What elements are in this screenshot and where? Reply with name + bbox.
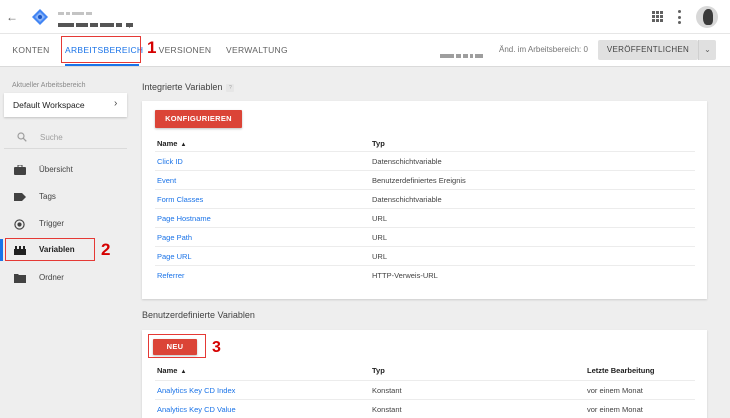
configure-button[interactable]: KONFIGURIEREN <box>155 110 242 128</box>
variable-type: Datenschichtvariable <box>372 157 442 166</box>
current-workspace-label: Aktueller Arbeitsbereich <box>12 82 86 89</box>
annotation-marker-3: 3 <box>212 339 221 356</box>
sidebar-item-ordner[interactable]: Ordner <box>0 267 130 289</box>
apps-grid-icon[interactable] <box>652 11 663 22</box>
version-name-redacted <box>440 47 486 58</box>
table-row: Page Hostname URL <box>155 208 695 227</box>
variable-link[interactable]: Referrer <box>157 271 185 280</box>
sidebar-item-label: Übersicht <box>39 165 73 174</box>
variable-type: Benutzerdefiniertes Ereignis <box>372 176 466 185</box>
column-header-type[interactable]: Typ <box>372 139 385 148</box>
folder-icon <box>14 274 26 283</box>
last-edited: vor einem Monat <box>587 386 643 395</box>
builtin-variables-card: KONFIGURIEREN Name ▲ Typ Click ID Datensc… <box>142 101 707 299</box>
variable-type: URL <box>372 233 388 242</box>
table-row: Page Path URL <box>155 227 695 246</box>
annotation-marker-2: 2 <box>101 240 111 259</box>
column-header-last-edited[interactable]: Letzte Bearbeitung <box>587 366 655 375</box>
table-row: Event Benutzerdefiniertes Ereignis <box>155 170 695 189</box>
variable-type: Konstant <box>372 405 402 414</box>
variable-link[interactable]: Analytics Key CD Value <box>157 405 236 414</box>
variable-link[interactable]: Form Classes <box>157 195 203 204</box>
tab-verwaltung[interactable]: VERWALTUNG <box>226 34 288 66</box>
sort-ascending-icon: ▲ <box>180 142 187 148</box>
account-name-redacted[interactable] <box>58 5 118 16</box>
variable-link[interactable]: Page URL <box>157 252 192 261</box>
variable-type: URL <box>372 214 388 223</box>
variable-link[interactable]: Event <box>157 176 176 185</box>
table-row: Click ID Datenschichtvariable <box>155 151 695 170</box>
custom-variables-card: NEU Name ▲ Typ Letzte Bearbeitung Analyti… <box>142 330 707 418</box>
variable-link[interactable]: Page Hostname <box>157 214 211 223</box>
briefcase-icon <box>14 165 26 175</box>
annotation-box-tab <box>61 36 141 63</box>
variable-type: Konstant <box>372 386 402 395</box>
workspace-name: Default Workspace <box>13 100 85 110</box>
variable-type: HTTP-Verweis-URL <box>372 271 438 280</box>
publish-button[interactable]: VERÖFFENTLICHEN <box>598 40 698 60</box>
variable-link[interactable]: Click ID <box>157 157 183 166</box>
builtin-variables-title: Integrierte Variablen? <box>142 82 235 92</box>
variable-link[interactable]: Analytics Key CD Index <box>157 386 235 395</box>
search-icon <box>17 132 27 142</box>
table-row: Analytics Key CD Value Konstant vor eine… <box>155 399 695 418</box>
publish-dropdown-icon[interactable]: ⌄ <box>698 40 716 60</box>
workspace-selector[interactable]: Default Workspace › <box>4 93 127 117</box>
annotation-marker-1: 1 <box>147 38 157 57</box>
tab-konten[interactable]: KONTEN <box>9 34 53 66</box>
back-arrow-icon[interactable]: ← <box>5 9 19 25</box>
variable-type: URL <box>372 252 388 261</box>
custom-variables-title: Benutzerdefinierte Variablen <box>142 310 255 320</box>
sidebar-item-trigger[interactable]: Trigger <box>0 213 130 235</box>
table-row: Analytics Key CD Index Konstant vor eine… <box>155 380 695 399</box>
trigger-icon <box>14 219 25 230</box>
sidebar-search[interactable]: Suche <box>4 127 127 149</box>
table-row: Page URL URL <box>155 246 695 265</box>
tag-icon <box>14 193 26 201</box>
sidebar-item-label: Trigger <box>39 219 65 228</box>
chevron-right-icon: › <box>114 98 118 109</box>
avatar[interactable] <box>696 6 718 28</box>
help-icon[interactable]: ? <box>226 83 235 92</box>
tab-versionen[interactable]: VERSIONEN <box>157 34 213 66</box>
column-header-type[interactable]: Typ <box>372 366 385 375</box>
variable-type: Datenschichtvariable <box>372 195 442 204</box>
sidebar-item-tags[interactable]: Tags <box>0 186 130 208</box>
table-row: Form Classes Datenschichtvariable <box>155 189 695 208</box>
table-row: Referrer HTTP-Verweis-URL <box>155 265 695 284</box>
variable-link[interactable]: Page Path <box>157 233 192 242</box>
sidebar-item-uebersicht[interactable]: Übersicht <box>0 159 130 181</box>
workspace-changes-count: Änd. im Arbeitsbereich: 0 <box>499 45 588 54</box>
search-input[interactable]: Suche <box>40 133 63 142</box>
tag-manager-logo-icon[interactable] <box>32 9 48 25</box>
app-header: ← ▼ <box>0 0 730 34</box>
sort-ascending-icon: ▲ <box>180 369 187 375</box>
annotation-box-new <box>148 334 206 358</box>
caret-down-icon: ▼ <box>126 22 133 30</box>
sidebar-item-label: Tags <box>39 192 56 201</box>
column-header-name[interactable]: Name ▲ <box>157 366 186 375</box>
sidebar-item-label: Ordner <box>39 273 64 282</box>
container-selector-redacted[interactable]: ▼ <box>58 16 168 30</box>
column-header-name[interactable]: Name ▲ <box>157 139 186 148</box>
more-vertical-icon[interactable] <box>677 10 681 24</box>
last-edited: vor einem Monat <box>587 405 643 414</box>
annotation-box-nav <box>5 238 95 261</box>
